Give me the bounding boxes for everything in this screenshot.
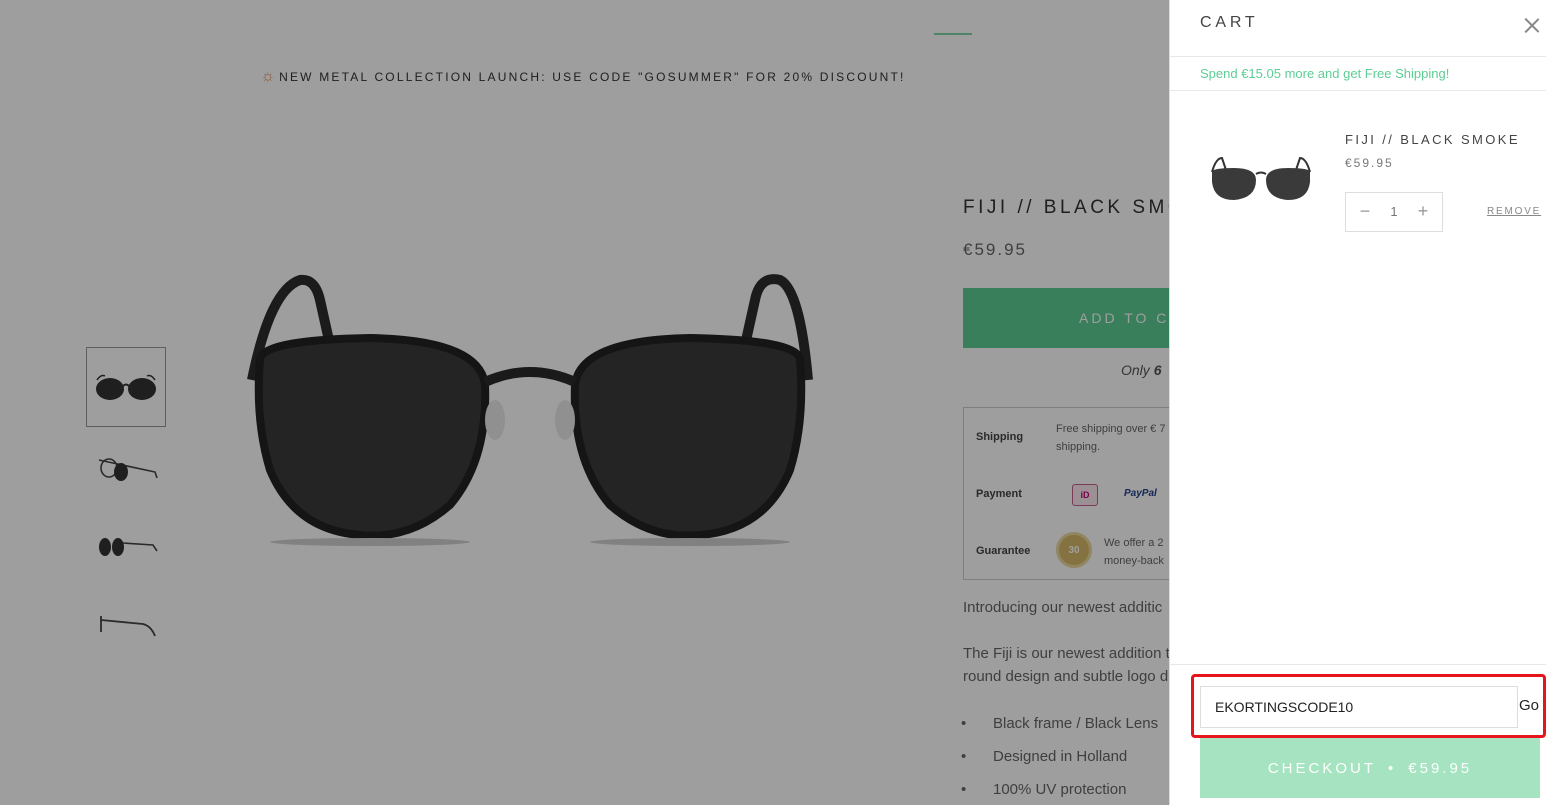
cart-item-name[interactable]: FIJI // BLACK SMOKE (1345, 132, 1520, 147)
apply-discount-button[interactable]: Go (1519, 697, 1539, 714)
checkout-separator: • (1388, 759, 1397, 777)
discount-code-input[interactable] (1200, 686, 1518, 728)
cart-item-image (1211, 156, 1311, 200)
cart-item-price: €59.95 (1345, 156, 1394, 170)
quantity-value[interactable]: 1 (1376, 193, 1412, 231)
free-shipping-message: Spend €15.05 more and get Free Shipping! (1170, 56, 1546, 91)
checkout-label: CHECKOUT (1267, 759, 1376, 777)
checkout-total: €59.95 (1408, 759, 1473, 777)
plus-icon[interactable]: + (1408, 193, 1438, 231)
remove-item-link[interactable]: REMOVE (1487, 206, 1541, 217)
page-dim-overlay[interactable] (0, 0, 1169, 805)
cart-footer-divider (1170, 664, 1546, 665)
cart-title: CART (1200, 14, 1259, 31)
cart-drawer: CART Spend €15.05 more and get Free Ship… (1169, 0, 1546, 805)
close-icon[interactable] (1521, 14, 1543, 36)
quantity-stepper: − 1 + (1345, 192, 1443, 232)
checkout-button[interactable]: CHECKOUT • €59.95 (1200, 738, 1540, 798)
